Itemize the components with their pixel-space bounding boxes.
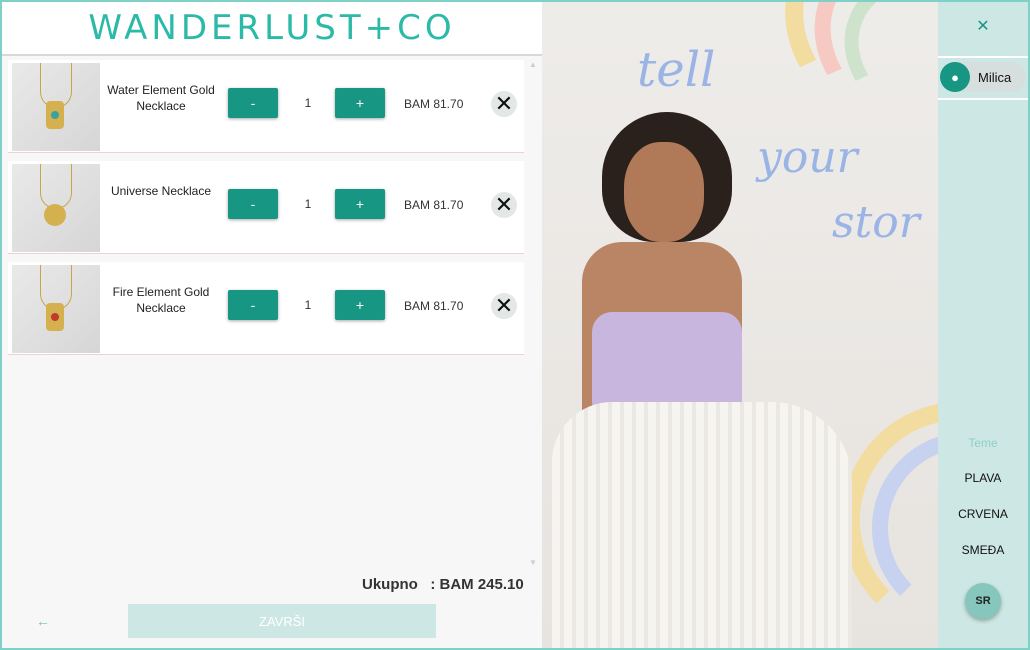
close-icon[interactable]: ✕ <box>938 16 1028 36</box>
remove-item-icon[interactable]: ✕ <box>491 192 517 218</box>
user-name: Milica <box>978 69 1012 85</box>
finish-order-button[interactable]: ZAVRŠI <box>128 604 436 638</box>
cart-item: Universe Necklace - 1 + BAM 81.70 ✕ <box>8 161 524 254</box>
header: WANDERLUST+CO <box>2 2 542 56</box>
cart-list: Water Element Gold Necklace - 1 + BAM 81… <box>8 60 524 363</box>
quantity-value: 1 <box>304 96 312 110</box>
product-name: Fire Element Gold Necklace <box>112 285 210 315</box>
app-window: WANDERLUST+CO Water Element Gold Necklac… <box>0 0 1030 650</box>
theme-option-blue[interactable]: PLAVA <box>938 471 1028 485</box>
person-icon: ● <box>940 62 970 92</box>
scroll-down-arrow[interactable]: ▼ <box>528 558 538 568</box>
brand-logo: WANDERLUST+CO <box>88 8 456 48</box>
increase-quantity-button[interactable]: + <box>335 189 385 219</box>
decrease-quantity-button[interactable]: - <box>228 88 278 118</box>
scroll-up-arrow[interactable]: ▲ <box>528 60 538 70</box>
user-profile[interactable]: ● Milica <box>940 62 1026 92</box>
remove-item-icon[interactable]: ✕ <box>491 293 517 319</box>
model-figure <box>552 102 852 648</box>
order-total: Ukupno : BAM 245.10 <box>362 576 524 593</box>
back-arrow-icon[interactable]: ← <box>36 613 50 629</box>
product-price: BAM 81.70 <box>404 97 464 111</box>
hero-photo: tell your stor <box>542 2 938 648</box>
increase-quantity-button[interactable]: + <box>335 88 385 118</box>
product-price: BAM 81.70 <box>404 198 464 212</box>
themes-heading: Teme <box>968 436 998 450</box>
product-thumbnail <box>12 265 100 353</box>
cart-item: Water Element Gold Necklace - 1 + BAM 81… <box>8 60 524 153</box>
quantity-value: 1 <box>304 197 312 211</box>
decrease-quantity-button[interactable]: - <box>228 290 278 320</box>
decrease-quantity-button[interactable]: - <box>228 189 278 219</box>
language-button[interactable]: SR <box>965 583 1001 619</box>
product-thumbnail <box>12 63 100 151</box>
product-name: Water Element Gold Necklace <box>107 83 215 113</box>
increase-quantity-button[interactable]: + <box>335 290 385 320</box>
cart-item: Fire Element Gold Necklace - 1 + BAM 81.… <box>8 262 524 355</box>
wall-script-text: tell <box>637 42 716 98</box>
total-value: : BAM 245.10 <box>430 576 524 593</box>
product-thumbnail <box>12 164 100 252</box>
sidebar: ✕ ● Milica Teme PLAVA CRVENA SMEĐA SR <box>938 2 1028 648</box>
product-price: BAM 81.70 <box>404 299 464 313</box>
pendant-gem <box>51 111 59 119</box>
pendant-gem <box>51 313 59 321</box>
quantity-value: 1 <box>304 298 312 312</box>
product-name: Universe Necklace <box>110 184 212 198</box>
remove-item-icon[interactable]: ✕ <box>491 91 517 117</box>
theme-option-red[interactable]: CRVENA <box>938 507 1028 521</box>
theme-option-brown[interactable]: SMEĐA <box>938 543 1028 557</box>
total-label: Ukupno <box>362 576 418 593</box>
